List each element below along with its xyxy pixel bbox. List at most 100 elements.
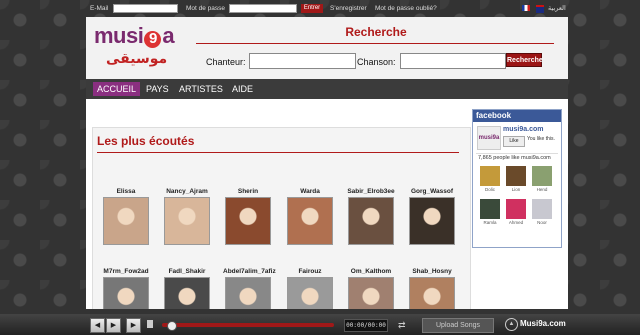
- facebook-you-like-text: You like this.: [527, 136, 555, 142]
- artist-name[interactable]: Warda: [285, 188, 335, 195]
- artist-name[interactable]: Gorg_Wassof: [407, 188, 457, 195]
- volume-icon[interactable]: [147, 320, 153, 328]
- forgot-password-link[interactable]: Mot de passe oublié?: [375, 3, 437, 14]
- artist-photo[interactable]: [164, 197, 210, 245]
- facebook-fan-name: Dolic: [484, 187, 495, 192]
- artist-photo[interactable]: [409, 197, 455, 245]
- top-artists-section: Les plus écoutés Elissa Nancy_Ajram Sherin…: [92, 127, 471, 309]
- artist-photo[interactable]: [225, 197, 271, 245]
- artist-photo[interactable]: [103, 277, 149, 309]
- facebook-fan[interactable]: Noor: [532, 199, 552, 225]
- artist-card[interactable]: Gorg_Wassof: [407, 188, 457, 245]
- song-label: Chanson:: [357, 57, 396, 67]
- player-brand[interactable]: Musi9a.com: [520, 319, 566, 328]
- artist-name[interactable]: Sabir_Elrob3ee: [346, 188, 396, 195]
- password-label: Mot de passe: [186, 5, 226, 12]
- singer-input[interactable]: [249, 53, 356, 69]
- nav-item-help[interactable]: AIDE: [228, 82, 257, 96]
- artist-card[interactable]: Shab_Hosny: [407, 268, 457, 309]
- artist-photo[interactable]: [348, 277, 394, 309]
- artist-name[interactable]: Om_Kalthom: [346, 268, 396, 275]
- facebook-fan[interactable]: Ramla: [480, 199, 500, 225]
- song-input[interactable]: [400, 53, 506, 69]
- artist-name[interactable]: Nancy_Ajram: [162, 188, 212, 195]
- nav-item-home[interactable]: ACCUEIL: [93, 82, 141, 96]
- artist-card[interactable]: Elissa: [101, 188, 151, 245]
- progress-handle[interactable]: [167, 321, 178, 331]
- register-link[interactable]: S'enregistrer: [330, 3, 367, 14]
- main-page: musi 9 a موسيقى Recherche Chanteur: Chanso…: [86, 17, 568, 309]
- artist-name[interactable]: Shab_Hosny: [407, 268, 457, 275]
- artist-card[interactable]: Om_Kalthom: [346, 268, 396, 309]
- artist-name[interactable]: Fairouz: [285, 268, 335, 275]
- artist-photo[interactable]: [287, 197, 333, 245]
- facebook-like-count: 7,865 people like musi9a.com: [478, 155, 551, 161]
- music-player: ◀ ▶ ▶ 00:00/00:00 ⇄ Upload Songs ▲ Musi9…: [0, 314, 640, 335]
- shuffle-icon[interactable]: ⇄: [398, 320, 406, 331]
- facebook-like-button[interactable]: Like: [503, 136, 525, 147]
- artist-card[interactable]: Sabir_Elrob3ee: [346, 188, 396, 245]
- facebook-fan-name: Noor: [537, 220, 547, 225]
- section-title: Les plus écoutés: [97, 134, 195, 148]
- facebook-divider: [476, 153, 558, 154]
- play-icon: ▶: [110, 322, 117, 329]
- artist-name[interactable]: Fadl_Shakir: [162, 268, 212, 275]
- facebook-fan-avatar[interactable]: [506, 199, 526, 219]
- artist-card[interactable]: Fadl_Shakir: [162, 268, 212, 309]
- facebook-widget: facebook musi9a musi9a.com Like You like…: [472, 109, 562, 248]
- play-button[interactable]: ▶: [106, 318, 121, 333]
- artist-card[interactable]: Sherin: [223, 188, 273, 245]
- nav-item-countries[interactable]: PAYS: [142, 82, 173, 96]
- previous-button[interactable]: ◀: [90, 318, 105, 333]
- facebook-fan-avatar[interactable]: [480, 166, 500, 186]
- arabic-language-link[interactable]: العربية: [548, 3, 566, 14]
- artist-card[interactable]: Fairouz: [285, 268, 335, 309]
- login-bar: E-Mail Mot de passe Entrer S'enregistrer…: [86, 3, 568, 14]
- english-flag-icon[interactable]: [536, 5, 544, 13]
- facebook-header: facebook: [473, 110, 561, 122]
- artist-photo[interactable]: [225, 277, 271, 309]
- facebook-fan[interactable]: Lion: [506, 166, 526, 192]
- section-divider: [97, 152, 459, 153]
- search-button[interactable]: Recherche: [506, 53, 543, 67]
- password-field[interactable]: [229, 4, 297, 13]
- artist-name[interactable]: Abdel7alim_7afiz: [223, 268, 276, 275]
- facebook-fan-avatar[interactable]: [532, 166, 552, 186]
- up-arrow-icon[interactable]: ▲: [505, 318, 518, 331]
- french-flag-icon[interactable]: [522, 5, 530, 11]
- search-title: Recherche: [345, 25, 407, 39]
- facebook-fan[interactable]: Hend: [532, 166, 552, 192]
- facebook-page-logo[interactable]: musi9a: [477, 126, 501, 150]
- site-logo-arabic: موسيقى: [106, 51, 168, 67]
- facebook-fan-avatar[interactable]: [506, 166, 526, 186]
- time-display: 00:00/00:00: [344, 319, 388, 332]
- artist-photo[interactable]: [409, 277, 455, 309]
- artist-name[interactable]: Sherin: [223, 188, 273, 195]
- nav-item-artists[interactable]: ARTISTES: [175, 82, 227, 96]
- artist-photo[interactable]: [287, 277, 333, 309]
- artist-card[interactable]: Warda: [285, 188, 335, 245]
- upload-songs-button[interactable]: Upload Songs: [422, 318, 494, 333]
- facebook-fan-avatar[interactable]: [532, 199, 552, 219]
- artist-card[interactable]: Nancy_Ajram: [162, 188, 212, 245]
- facebook-fan-name: Ahmed: [508, 220, 524, 225]
- progress-bar[interactable]: [162, 323, 334, 327]
- artist-photo[interactable]: [103, 197, 149, 245]
- email-field[interactable]: [113, 4, 178, 13]
- artist-card[interactable]: Abdel7alim_7afiz: [223, 268, 276, 309]
- facebook-page-name[interactable]: musi9a.com: [503, 126, 543, 133]
- artist-name[interactable]: Elissa: [101, 188, 151, 195]
- search-divider: [196, 43, 554, 44]
- facebook-fan[interactable]: Dolic: [480, 166, 500, 192]
- artist-photo[interactable]: [348, 197, 394, 245]
- site-logo[interactable]: musi 9 a: [94, 23, 175, 49]
- singer-label: Chanteur:: [206, 57, 246, 67]
- artist-name[interactable]: M7rm_Fow2ad: [101, 268, 151, 275]
- enter-button[interactable]: Entrer: [301, 4, 323, 13]
- artist-photo[interactable]: [164, 277, 210, 309]
- facebook-fan-avatar[interactable]: [480, 199, 500, 219]
- facebook-fan[interactable]: Ahmed: [506, 199, 526, 225]
- artist-card[interactable]: M7rm_Fow2ad: [101, 268, 151, 309]
- facebook-fan-name: Ramla: [483, 220, 497, 225]
- next-button[interactable]: ▶: [126, 318, 141, 333]
